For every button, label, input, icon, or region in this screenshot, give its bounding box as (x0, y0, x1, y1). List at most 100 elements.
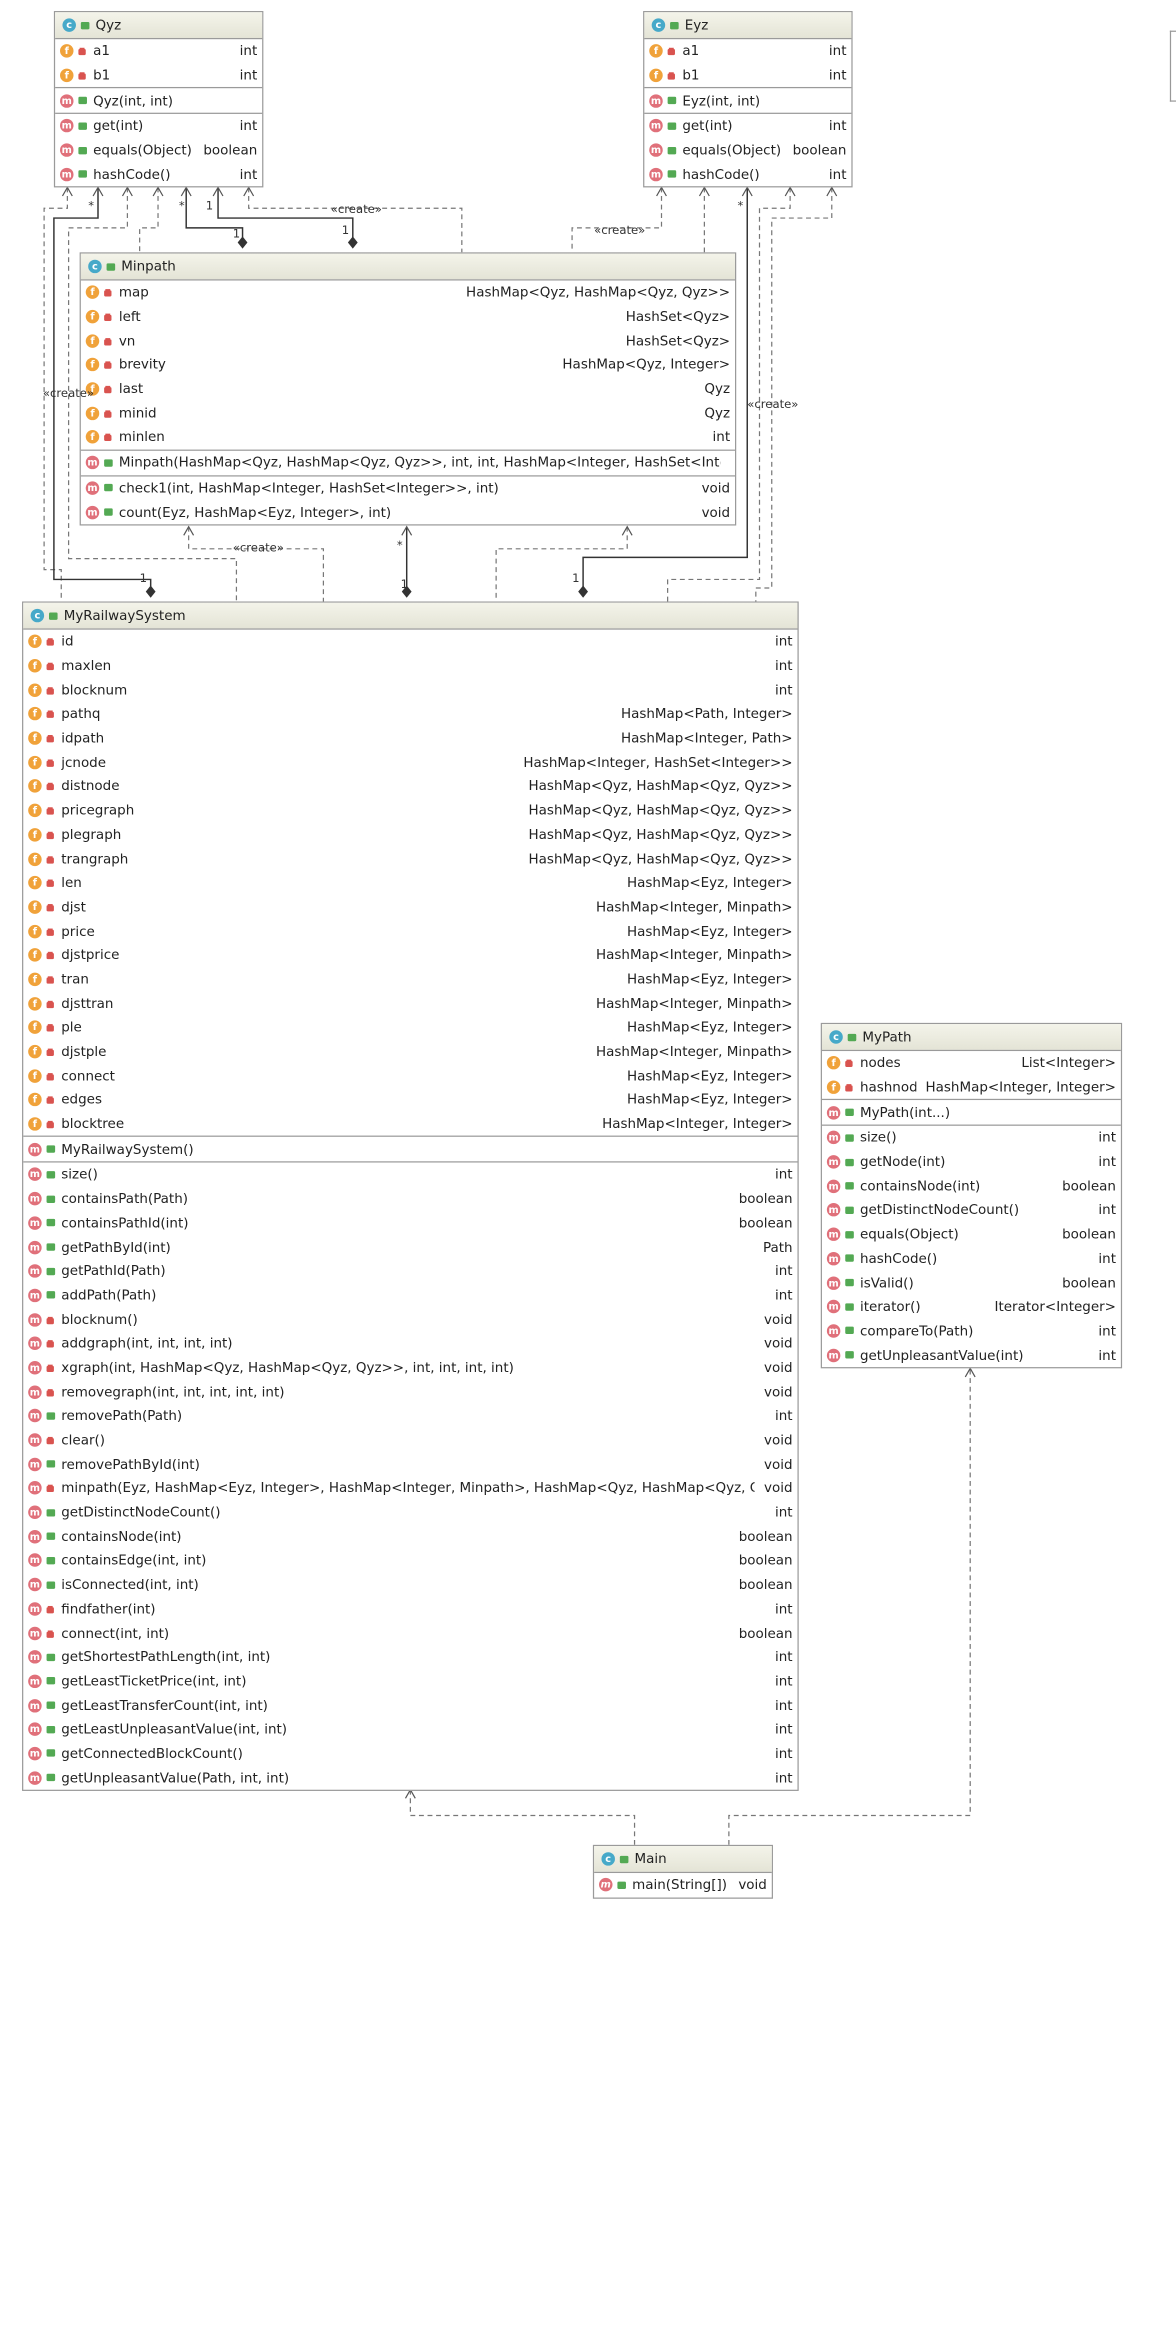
method-row[interactable]: m get(int) int (55, 114, 262, 138)
field-row[interactable]: f vn HashSet<Qyz> (81, 329, 735, 353)
method-row[interactable]: m MyPath(int...) (822, 1101, 1121, 1125)
field-row[interactable]: f pricegraph HashMap<Qyz, HashMap<Qyz, Qyz… (23, 798, 797, 822)
method-row[interactable]: m xgraph(int, HashMap<Qyz, HashMap<Qyz, Q… (23, 1356, 797, 1380)
class-header[interactable]: c Qyz (55, 12, 263, 40)
member-name: getLeastTicketPrice(int, int) (61, 1673, 247, 1690)
field-row[interactable]: f b1 int (644, 63, 851, 87)
method-row[interactable]: m getUnpleasantValue(int) int (822, 1343, 1121, 1367)
method-row[interactable]: m size() int (822, 1126, 1121, 1150)
field-row[interactable]: f b1 int (55, 63, 262, 87)
field-row[interactable]: f left HashSet<Qyz> (81, 305, 735, 329)
method-row[interactable]: m getShortestPathLength(int, int) int (23, 1645, 797, 1669)
method-row[interactable]: m getNode(int) int (822, 1150, 1121, 1174)
field-row[interactable]: f minlen int (81, 425, 735, 449)
method-row[interactable]: m hashCode() int (644, 162, 851, 186)
class-qyz[interactable]: c Qyz f a1 int f b1 int m Qyz(int, int) m get(int) i… (53, 11, 264, 188)
field-row[interactable]: f djst HashMap<Integer, Minpath> (23, 895, 797, 919)
method-row[interactable]: m getUnpleasantValue(Path, int, int) int (23, 1766, 797, 1790)
field-row[interactable]: f connect HashMap<Eyz, Integer> (23, 1064, 797, 1088)
method-row[interactable]: m compareTo(Path) int (822, 1319, 1121, 1343)
method-row[interactable]: m findfather(int) int (23, 1597, 797, 1621)
member-type: HashMap<Qyz, Integer> (562, 356, 731, 373)
method-row[interactable]: m getConnectedBlockCount() int (23, 1741, 797, 1765)
method-row[interactable]: m MyRailwaySystem() (23, 1137, 797, 1161)
class-header[interactable]: c Eyz (644, 12, 852, 40)
field-row[interactable]: f djstprice HashMap<Integer, Minpath> (23, 943, 797, 967)
field-row[interactable]: f id int (23, 630, 797, 654)
method-row[interactable]: m removegraph(int, int, int, int, int) voi… (23, 1380, 797, 1404)
method-row[interactable]: m addPath(Path) int (23, 1283, 797, 1307)
method-row[interactable]: m getLeastTicketPrice(int, int) int (23, 1669, 797, 1693)
method-row[interactable]: m connect(int, int) boolean (23, 1621, 797, 1645)
field-row[interactable]: f djsttran HashMap<Integer, Minpath> (23, 991, 797, 1015)
field-row[interactable]: f jcnode HashMap<Integer, HashSet<Integer>… (23, 750, 797, 774)
field-row[interactable]: f blocktree HashMap<Integer, Integer> (23, 1112, 797, 1136)
field-row[interactable]: f last Qyz (81, 377, 735, 401)
field-row[interactable]: f distnode HashMap<Qyz, HashMap<Qyz, Qyz>> (23, 774, 797, 798)
method-row[interactable]: m getLeastUnpleasantValue(int, int) int (23, 1717, 797, 1741)
method-row[interactable]: m equals(Object) boolean (55, 138, 262, 162)
method-row[interactable]: m Minpath(HashMap<Qyz, HashMap<Qyz, Qyz>>… (81, 451, 735, 475)
method-row[interactable]: m getLeastTransferCount(int, int) int (23, 1693, 797, 1717)
field-row[interactable]: f hashnode HashMap<Integer, Integer> (822, 1075, 1121, 1099)
method-row[interactable]: m equals(Object) boolean (644, 138, 851, 162)
field-row[interactable]: f trangraph HashMap<Qyz, HashMap<Qyz, Qyz>… (23, 847, 797, 871)
method-row[interactable]: m containsNode(int) boolean (23, 1524, 797, 1548)
class-header[interactable]: c MyPath (821, 1024, 1121, 1052)
class-header[interactable]: c MyRailwaySystem (23, 602, 798, 630)
method-row[interactable]: m get(int) int (644, 114, 851, 138)
method-row[interactable]: m Eyz(int, int) (644, 89, 851, 113)
method-row[interactable]: m getPathById(int) Path (23, 1235, 797, 1259)
method-row[interactable]: m containsEdge(int, int) boolean (23, 1549, 797, 1573)
class-eyz[interactable]: c Eyz f a1 int f b1 int m Eyz(int, int) m get(int) i… (643, 11, 853, 188)
field-row[interactable]: f djstple HashMap<Integer, Minpath> (23, 1040, 797, 1064)
class-mypath[interactable]: c MyPath f nodes List<Integer> f hashnode HashM… (820, 1022, 1123, 1369)
class-main[interactable]: c Main m main(String[]) void (592, 1844, 773, 1899)
field-row[interactable]: f tran HashMap<Eyz, Integer> (23, 967, 797, 991)
class-minpath[interactable]: c Minpath f map HashMap<Qyz, HashMap<Qyz, Qy… (79, 252, 737, 526)
method-row[interactable]: m containsPath(Path) boolean (23, 1187, 797, 1211)
field-row[interactable]: f brevity HashMap<Qyz, Integer> (81, 353, 735, 377)
method-row[interactable]: m isConnected(int, int) boolean (23, 1573, 797, 1597)
method-row[interactable]: m hashCode() int (822, 1246, 1121, 1270)
method-row[interactable]: m blocknum() void (23, 1307, 797, 1331)
method-row[interactable]: m clear() void (23, 1428, 797, 1452)
field-row[interactable]: f len HashMap<Eyz, Integer> (23, 871, 797, 895)
field-row[interactable]: f pathq HashMap<Path, Integer> (23, 702, 797, 726)
method-row[interactable]: m getPathId(Path) int (23, 1259, 797, 1283)
method-row[interactable]: m Qyz(int, int) (55, 89, 262, 113)
field-row[interactable]: f idpath HashMap<Integer, Path> (23, 726, 797, 750)
method-row[interactable]: m minpath(Eyz, HashMap<Eyz, Integer>, Has… (23, 1476, 797, 1500)
field-row[interactable]: f a1 int (55, 39, 262, 63)
class-myrailwaysystem[interactable]: c MyRailwaySystem f id int f maxlen int f blocknu… (22, 601, 799, 1791)
field-row[interactable]: f plegraph HashMap<Qyz, HashMap<Qyz, Qyz>> (23, 823, 797, 847)
method-row[interactable]: m equals(Object) boolean (822, 1222, 1121, 1246)
method-row[interactable]: m size() int (23, 1163, 797, 1187)
field-row[interactable]: f minid Qyz (81, 401, 735, 425)
method-row[interactable]: m getDistinctNodeCount() int (822, 1198, 1121, 1222)
method-row[interactable]: m main(String[]) void (594, 1873, 772, 1897)
member-type: boolean (738, 1190, 793, 1207)
method-row[interactable]: m containsPathId(int) boolean (23, 1211, 797, 1235)
class-header[interactable]: c Minpath (80, 253, 736, 281)
field-row[interactable]: f a1 int (644, 39, 851, 63)
field-row[interactable]: f ple HashMap<Eyz, Integer> (23, 1016, 797, 1040)
method-row[interactable]: m getDistinctNodeCount() int (23, 1500, 797, 1524)
private-visibility-icon (45, 1604, 55, 1614)
field-row[interactable]: f map HashMap<Qyz, HashMap<Qyz, Qyz>> (81, 281, 735, 305)
field-row[interactable]: f edges HashMap<Eyz, Integer> (23, 1088, 797, 1112)
method-row[interactable]: m removePathById(int) void (23, 1452, 797, 1476)
method-row[interactable]: m check1(int, HashMap<Integer, HashSet<In… (81, 476, 735, 500)
field-row[interactable]: f nodes List<Integer> (822, 1051, 1121, 1075)
field-row[interactable]: f price HashMap<Eyz, Integer> (23, 919, 797, 943)
method-row[interactable]: m hashCode() int (55, 162, 262, 186)
field-row[interactable]: f blocknum int (23, 678, 797, 702)
method-row[interactable]: m removePath(Path) int (23, 1404, 797, 1428)
method-row[interactable]: m containsNode(int) boolean (822, 1174, 1121, 1198)
method-row[interactable]: m count(Eyz, HashMap<Eyz, Integer>, int) v… (81, 500, 735, 524)
field-row[interactable]: f maxlen int (23, 654, 797, 678)
class-header[interactable]: c Main (594, 1846, 772, 1874)
method-row[interactable]: m addgraph(int, int, int, int) void (23, 1331, 797, 1355)
method-row[interactable]: m iterator() Iterator<Integer> (822, 1295, 1121, 1319)
method-row[interactable]: m isValid() boolean (822, 1271, 1121, 1295)
